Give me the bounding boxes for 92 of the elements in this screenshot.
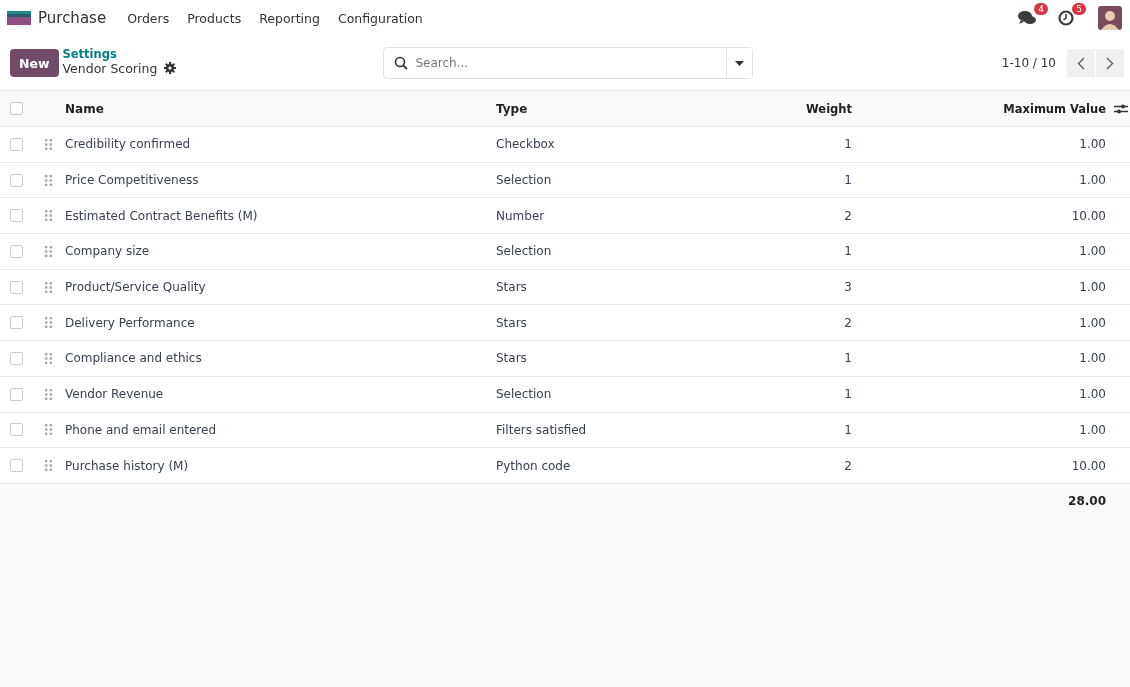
table-cell: Number bbox=[496, 208, 545, 223]
breadcrumb-link[interactable]: Settings bbox=[62, 46, 383, 61]
table-cell: 1 bbox=[844, 173, 852, 188]
table-cell: 1 bbox=[844, 422, 852, 437]
table-cell: 1 bbox=[844, 351, 852, 366]
table-cell: Stars bbox=[496, 280, 527, 295]
row-checkbox[interactable] bbox=[10, 137, 23, 151]
table-cell: Price Competitiveness bbox=[65, 173, 199, 188]
table-cell: Company size bbox=[65, 244, 150, 259]
app-name[interactable]: Purchase bbox=[38, 9, 107, 27]
message-count-badge: 4 bbox=[1034, 3, 1048, 15]
activity-count-badge: 5 bbox=[1072, 3, 1086, 15]
row-checkbox[interactable] bbox=[10, 209, 23, 223]
row-checkbox[interactable] bbox=[10, 173, 23, 187]
clock-icon[interactable] bbox=[1058, 10, 1074, 26]
select-all-checkbox[interactable] bbox=[10, 102, 23, 115]
table-cell: Product/Service Quality bbox=[65, 280, 206, 295]
table-cell: Filters satisfied bbox=[496, 422, 587, 437]
drag-handle-icon[interactable] bbox=[45, 424, 52, 436]
table-cell: 3 bbox=[844, 280, 852, 295]
drag-handle-icon[interactable] bbox=[45, 352, 52, 364]
table-cell: 2 bbox=[844, 315, 852, 330]
total-value: 28.00 bbox=[1068, 493, 1106, 508]
row-checkbox[interactable] bbox=[10, 244, 23, 258]
row-checkbox[interactable] bbox=[10, 423, 23, 437]
drag-handle-icon[interactable] bbox=[45, 460, 52, 472]
table-cell: Credibility confirmed bbox=[65, 137, 191, 152]
gear-icon[interactable] bbox=[164, 62, 177, 74]
table-cell: 1.00 bbox=[1079, 244, 1106, 259]
column-header[interactable]: Maximum Value bbox=[852, 101, 1106, 116]
row-checkbox[interactable] bbox=[10, 280, 23, 294]
column-header[interactable]: Name bbox=[65, 101, 496, 116]
pager-value[interactable]: 1-10 / 10 bbox=[1001, 56, 1056, 70]
menu-item[interactable]: Products bbox=[178, 10, 251, 26]
table-cell: Delivery Performance bbox=[65, 315, 195, 330]
drag-handle-icon[interactable] bbox=[45, 317, 52, 329]
table-cell: 1.00 bbox=[1079, 137, 1106, 152]
menu-item[interactable]: Orders bbox=[118, 10, 179, 26]
new-button[interactable]: New bbox=[10, 49, 59, 77]
row-checkbox[interactable] bbox=[10, 316, 23, 330]
table-cell: Python code bbox=[496, 458, 571, 473]
menu-item[interactable]: Reporting bbox=[250, 10, 329, 26]
table-cell: 1.00 bbox=[1079, 422, 1106, 437]
table-cell: 1.00 bbox=[1079, 280, 1106, 295]
table-cell: 1.00 bbox=[1079, 351, 1106, 366]
drag-handle-icon[interactable] bbox=[45, 210, 52, 222]
table-cell: 1.00 bbox=[1079, 173, 1106, 188]
drag-handle-icon[interactable] bbox=[45, 174, 52, 186]
table-cell: Stars bbox=[496, 315, 527, 330]
chevron-right-icon bbox=[1106, 56, 1114, 70]
table-cell: 1.00 bbox=[1079, 315, 1106, 330]
chat-icon[interactable] bbox=[1018, 10, 1036, 26]
chevron-left-icon bbox=[1077, 56, 1085, 70]
previous-page-button[interactable] bbox=[1067, 49, 1095, 77]
drag-handle-icon[interactable] bbox=[45, 245, 52, 257]
search-field[interactable]: Search... bbox=[413, 55, 726, 71]
table-cell: Purchase history (M) bbox=[65, 458, 189, 473]
table-cell: Estimated Contract Benefits (M) bbox=[65, 208, 258, 223]
drag-handle-icon[interactable] bbox=[45, 138, 52, 150]
column-header[interactable]: Type bbox=[496, 101, 696, 116]
row-checkbox[interactable] bbox=[10, 387, 23, 401]
table-cell: 10.00 bbox=[1071, 458, 1106, 473]
table-cell: Checkbox bbox=[496, 137, 555, 152]
row-checkbox[interactable] bbox=[10, 459, 23, 473]
table-cell: 1 bbox=[844, 137, 852, 152]
table-cell: Stars bbox=[496, 351, 527, 366]
caret-icon bbox=[734, 60, 744, 66]
table-cell: Compliance and ethics bbox=[65, 351, 202, 366]
table-cell: 1 bbox=[844, 244, 852, 259]
table-cell: Selection bbox=[496, 173, 552, 188]
next-page-button[interactable] bbox=[1096, 49, 1124, 77]
page-title: Vendor Scoring bbox=[62, 60, 158, 76]
column-options-icon[interactable] bbox=[1114, 102, 1128, 115]
drag-handle-icon[interactable] bbox=[45, 281, 52, 293]
search-icon bbox=[393, 56, 408, 70]
drag-handle-icon[interactable] bbox=[45, 388, 52, 400]
table-cell: 1.00 bbox=[1079, 387, 1106, 402]
app-logo-icon[interactable] bbox=[7, 11, 31, 25]
search-options-button[interactable] bbox=[725, 48, 752, 78]
table-cell: Vendor Revenue bbox=[65, 387, 164, 402]
table-cell: Selection bbox=[496, 387, 552, 402]
table-cell: 10.00 bbox=[1071, 208, 1106, 223]
search-bar[interactable]: Search... bbox=[382, 47, 753, 79]
menu-item[interactable]: Configuration bbox=[328, 10, 432, 26]
table-cell: 1 bbox=[844, 387, 852, 402]
table-cell: 2 bbox=[844, 208, 852, 223]
user-avatar-icon[interactable] bbox=[1098, 6, 1122, 30]
table-cell: Phone and email entered bbox=[65, 422, 217, 437]
column-header[interactable]: Weight bbox=[696, 101, 852, 116]
table-cell: Selection bbox=[496, 244, 552, 259]
table-cell: 2 bbox=[844, 458, 852, 473]
row-checkbox[interactable] bbox=[10, 351, 23, 365]
